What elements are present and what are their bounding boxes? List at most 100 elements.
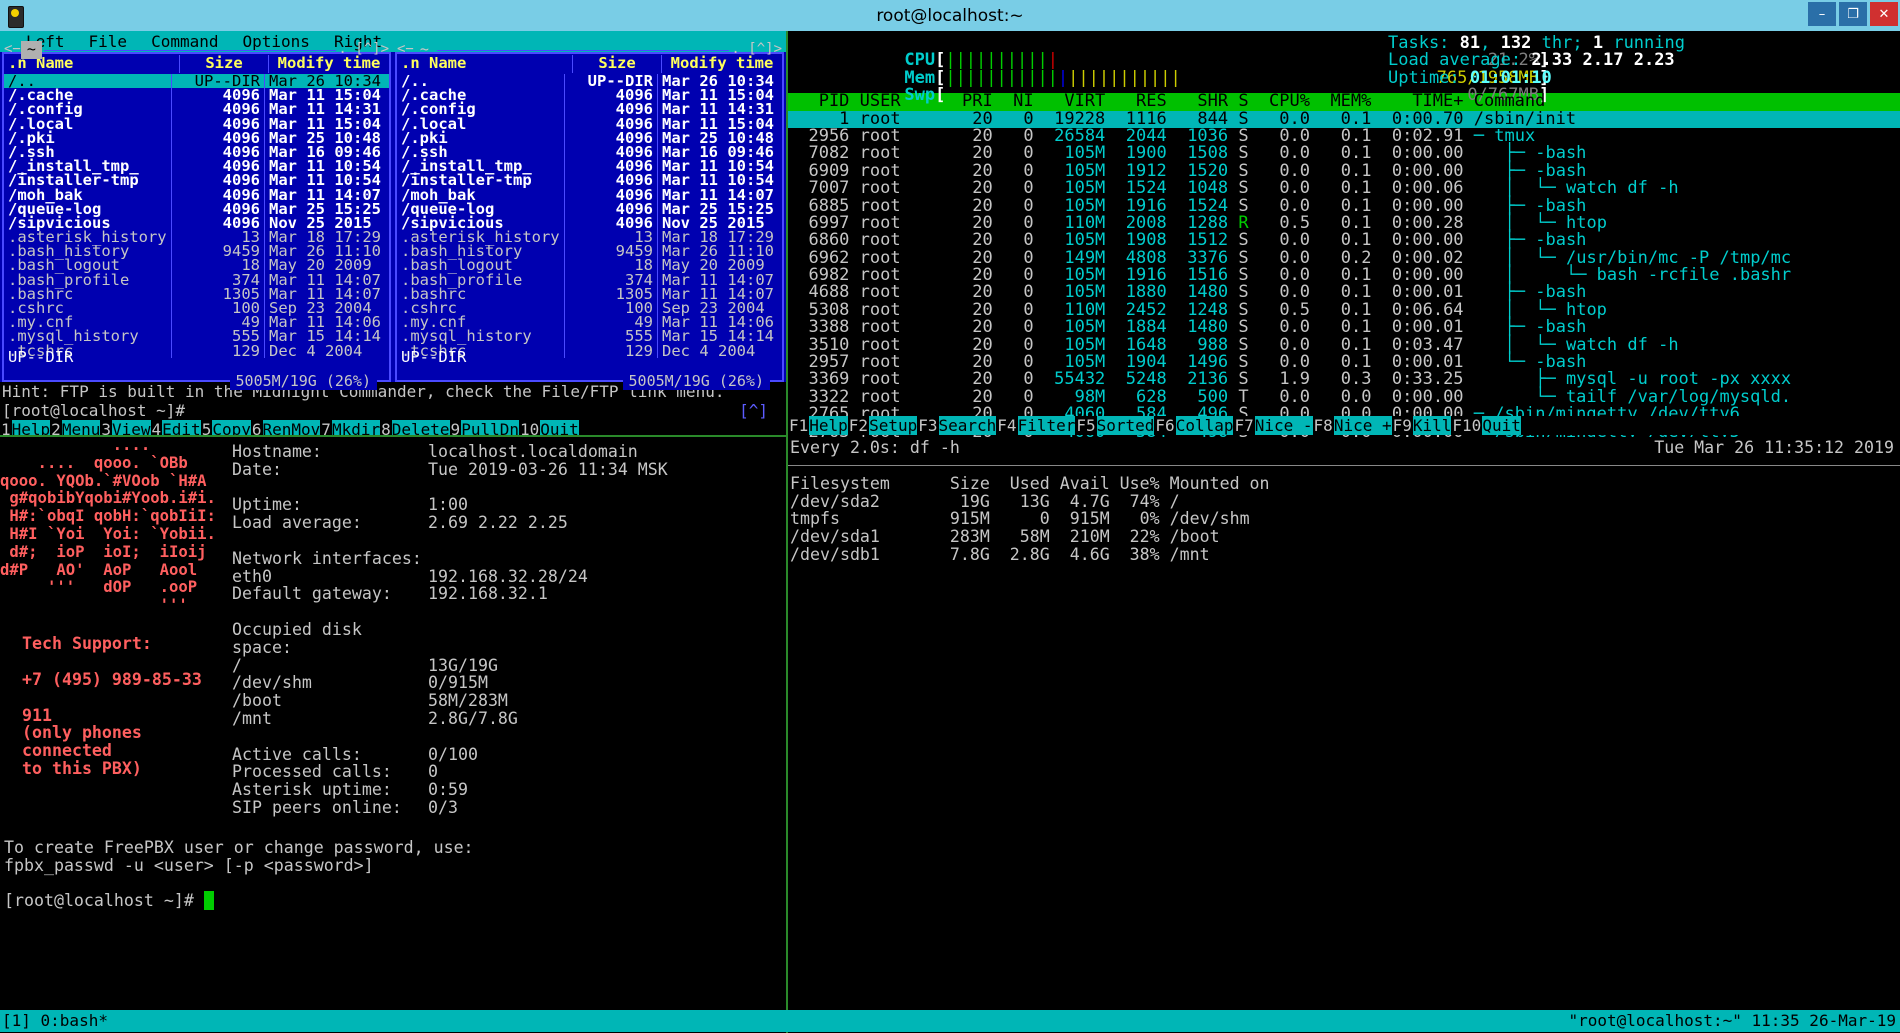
- htop-fkey-number: F10: [1451, 416, 1482, 435]
- freepbx-info-key: /: [232, 657, 428, 675]
- freepbx-info-key: Processed calls:: [232, 763, 428, 781]
- mc-prompt-caret[interactable]: [^]: [739, 401, 768, 420]
- mc-left-corner[interactable]: . [^]>: [338, 41, 389, 58]
- htop-process-row[interactable]: 7007 root 20 0 105M 1524 1048 S 0.0 0.1 …: [788, 180, 1900, 197]
- mc-right-column-headers[interactable]: .n Name Size Modify time: [397, 54, 782, 74]
- htop-fkey-F6[interactable]: F6Collap: [1154, 416, 1233, 435]
- midnight-commander-pane[interactable]: Left File Command Options Right <− ~ . […: [0, 31, 786, 435]
- htop-meters: CPU[||||||||||| 21.2%] Mem[|||||||||||||…: [788, 31, 1900, 87]
- tmux-status-right: "root@localhost:~" 11:35 26-Mar-19: [1568, 1010, 1896, 1032]
- freepbx-info-value: 0: [428, 763, 438, 781]
- htop-function-key-bar[interactable]: F1Help F2Setup F3SearchF4FilterF5SortedF…: [788, 416, 1900, 435]
- freepbx-info-row: Processed calls:0: [232, 763, 786, 781]
- mc-left-column-headers[interactable]: .n Name Size Modify time: [4, 54, 389, 74]
- tmux-window-list[interactable]: [1] 0:bash*: [2, 1010, 108, 1032]
- window-title-bar: root@localhost:~ – ❐ ✕: [0, 0, 1900, 31]
- htop-fkey-number: F8: [1313, 416, 1334, 435]
- df-row: /dev/sda1 283M 58M 210M 22% /boot: [790, 528, 1900, 546]
- freepbx-info-row: /mnt2.8G/7.8G: [232, 710, 786, 728]
- freepbx-info-key: [232, 532, 428, 550]
- htop-fkey-F7[interactable]: F7Nice -: [1233, 416, 1312, 435]
- htop-fkey-label: Collap: [1176, 416, 1234, 435]
- freepbx-footer-line1: To create FreePBX user or change passwor…: [0, 839, 786, 857]
- mc-right-panel[interactable]: <− ~ . [^]> .n Name Size Modify time /..…: [395, 52, 784, 382]
- htop-fkey-F9[interactable]: F9Kill: [1392, 416, 1452, 435]
- mc-right-header-size[interactable]: Size: [572, 55, 661, 72]
- htop-fkey-label: Help: [809, 416, 848, 435]
- mc-left-path[interactable]: ~: [21, 41, 42, 58]
- freepbx-info-key: SIP peers online:: [232, 799, 428, 817]
- df-row: /dev/sdb1 7.8G 2.8G 4.6G 38% /mnt: [790, 546, 1900, 564]
- freepbx-info-value: 192.168.32.1: [428, 585, 548, 603]
- df-column-headers: Filesystem Size Used Avail Use% Mounted …: [788, 475, 1900, 493]
- freepbx-info-value: 0/915M: [428, 674, 488, 692]
- freepbx-info-key: Network interfaces:: [232, 550, 428, 568]
- minimize-button[interactable]: –: [1808, 2, 1836, 26]
- freepbx-info-pane[interactable]: .... .... qooo. `OBb qooo. YQOb.`#VOob `…: [0, 437, 786, 1033]
- tmux-status-bar[interactable]: [1] 0:bash* "root@localhost:~" 11:35 26-…: [0, 1010, 1900, 1032]
- mc-left-status: UP--DIR: [8, 349, 73, 366]
- freepbx-info-row: [232, 479, 786, 497]
- df-rows: /dev/sda2 19G 13G 4.7G 74% /tmpfs 915M 0…: [788, 493, 1900, 564]
- freepbx-info-row: [232, 728, 786, 746]
- freepbx-shell-prompt[interactable]: [root@localhost ~]#: [0, 892, 786, 910]
- freepbx-info-key: Occupied disk space:: [232, 621, 428, 657]
- htop-load-5m: 2.17: [1583, 50, 1624, 70]
- freepbx-info-row: Asterisk uptime:0:59: [232, 781, 786, 799]
- htop-uptime-value: 01:01:10: [1470, 68, 1552, 88]
- freepbx-info-key: Hostname:: [232, 443, 428, 461]
- htop-fkey-F5[interactable]: F5Sorted: [1075, 416, 1154, 435]
- freepbx-info-value: 58M/283M: [428, 692, 508, 710]
- mc-left-panel-titlebar: <− ~ . [^]>: [4, 43, 389, 57]
- htop-table-rows[interactable]: 1 root 20 0 19228 1116 844 S 0.0 0.1 0:0…: [788, 111, 1900, 494]
- window-controls: – ❐ ✕: [1808, 2, 1898, 26]
- htop-cpu-meter: CPU[||||||||||| 21.2%]: [802, 35, 1900, 52]
- mc-left-freespace: 5005M/19G (26%): [230, 373, 377, 390]
- freepbx-info-value: 0/100: [428, 746, 478, 764]
- terminal-window: root@localhost:~ – ❐ ✕ Left File Command…: [0, 0, 1900, 1032]
- htop-fkey-F10[interactable]: F10Quit: [1451, 416, 1520, 435]
- htop-fkey-F4[interactable]: F4Filter: [996, 416, 1075, 435]
- mc-right-path[interactable]: ~: [414, 41, 435, 58]
- freepbx-info-key: /dev/shm: [232, 674, 428, 692]
- freepbx-info-value: 2.8G/7.8G: [428, 710, 518, 728]
- htop-fkey-F8[interactable]: F8Nice +: [1313, 416, 1392, 435]
- freepbx-info-row: Default gateway:192.168.32.1: [232, 585, 786, 603]
- freepbx-info-value: 1:00: [428, 496, 468, 514]
- htop-fkey-F2[interactable]: F2Setup: [848, 416, 917, 435]
- htop-fkey-label: Quit: [1482, 416, 1521, 435]
- mc-right-corner[interactable]: . [^]>: [731, 41, 782, 58]
- htop-fkey-label: Filter: [1018, 416, 1076, 435]
- freepbx-info-row: /13G/19G: [232, 657, 786, 675]
- watch-divider: [788, 465, 1900, 466]
- htop-fkey-label: Setup: [869, 416, 917, 435]
- htop-fkey-F1[interactable]: F1Help: [788, 416, 848, 435]
- htop-table-header[interactable]: PID USER PRI NI VIRT RES SHR S CPU% MEM%…: [788, 93, 1900, 110]
- maximize-button[interactable]: ❐: [1839, 2, 1867, 26]
- mc-left-header-size[interactable]: Size: [179, 55, 268, 72]
- htop-fkey-number: F9: [1392, 416, 1413, 435]
- htop-fkey-number: F5: [1075, 416, 1096, 435]
- freepbx-info-row: eth0192.168.32.28/24: [232, 568, 786, 586]
- htop-pane[interactable]: CPU[||||||||||| 21.2%] Mem[|||||||||||||…: [788, 31, 1900, 435]
- mc-command-prompt[interactable]: [root@localhost ~]# [^]: [0, 401, 786, 420]
- watch-df-pane[interactable]: Every 2.0s: df -h Tue Mar 26 11:35:12 20…: [788, 437, 1900, 1033]
- mc-right-panel-titlebar: <− ~ . [^]>: [397, 43, 782, 57]
- freepbx-info-key: [232, 728, 428, 746]
- htop-fkey-number: F2: [848, 416, 869, 435]
- freepbx-info-key: Load average:: [232, 514, 428, 532]
- mc-left-panel[interactable]: <− ~ . [^]> .n Name Size Modify time /..…: [2, 52, 391, 382]
- freepbx-info-value: localhost.localdomain: [428, 443, 638, 461]
- mc-file-mtime: Dec 4 2004: [264, 344, 389, 358]
- close-button[interactable]: ✕: [1870, 2, 1898, 26]
- freepbx-info-row: /boot58M/283M: [232, 692, 786, 710]
- freepbx-footer-line2: fpbx_passwd -u <user> [-p <password>]: [0, 857, 786, 875]
- mc-right-status: UP--DIR: [401, 349, 466, 366]
- htop-fkey-F3[interactable]: F3Search: [917, 416, 996, 435]
- mc-right-freespace: 5005M/19G (26%): [623, 373, 770, 390]
- mc-right-file-list[interactable]: /..UP--DIRMar 26 10:34/.cache4096Mar 11 …: [397, 74, 782, 358]
- mc-left-file-list[interactable]: /..UP--DIRMar 26 10:34/.cache4096Mar 11 …: [4, 74, 389, 358]
- df-row: /dev/sda2 19G 13G 4.7G 74% /: [790, 493, 1900, 511]
- freepbx-info-key: /mnt: [232, 710, 428, 728]
- mc-prompt-text: [root@localhost ~]#: [2, 401, 185, 420]
